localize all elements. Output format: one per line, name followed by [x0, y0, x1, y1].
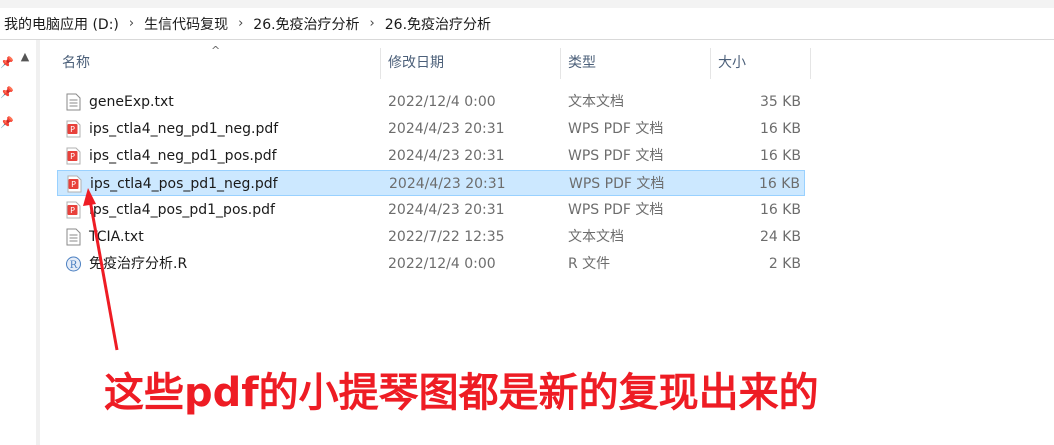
file-size: 16 KB [759, 202, 801, 218]
navigation-pane: ▲ 📌 📌 📌 [0, 40, 40, 445]
svg-text:R: R [70, 260, 78, 271]
file-modified-date: 2024/4/23 20:31 [388, 121, 505, 137]
file-size: 35 KB [759, 94, 801, 110]
column-header-type[interactable]: 类型 [561, 48, 711, 79]
text-file-icon [66, 93, 81, 111]
file-size: 16 KB [759, 121, 801, 137]
annotation-text: 这些pdf的小提琴图都是新的复现出来的 [104, 370, 819, 416]
breadcrumb-separator-icon[interactable]: › [123, 16, 140, 31]
file-name: geneExp.txt [89, 94, 174, 110]
file-type: R 文件 [568, 256, 611, 272]
file-name: ips_ctla4_pos_pd1_neg.pdf [90, 176, 278, 192]
window-top-strip [0, 0, 1054, 8]
svg-text:P: P [70, 152, 75, 161]
breadcrumb-item-folder-1[interactable]: 生信代码复现 [140, 14, 232, 34]
svg-text:P: P [70, 206, 75, 215]
file-type: WPS PDF 文档 [568, 148, 664, 164]
file-row[interactable]: R 免疫治疗分析.R 2022/12/4 0:00 R 文件 2 KB [57, 251, 805, 277]
breadcrumb-separator-icon[interactable]: › [364, 16, 381, 31]
file-size: 24 KB [759, 229, 801, 245]
breadcrumb-separator-icon[interactable]: › [232, 16, 249, 31]
file-size: 16 KB [759, 148, 801, 164]
file-modified-date: 2022/7/22 12:35 [388, 229, 505, 245]
breadcrumb[interactable]: 我的电脑应用 (D:) › 生信代码复现 › 26.免疫治疗分析 › 26.免疫… [0, 8, 1054, 40]
file-name: 免疫治疗分析.R [89, 256, 188, 272]
text-file-icon [66, 228, 81, 246]
file-row[interactable]: Pips_ctla4_neg_pd1_pos.pdf 2024/4/23 20:3… [57, 143, 805, 169]
file-row[interactable]: Pips_ctla4_pos_pd1_pos.pdf 2024/4/23 20:3… [57, 197, 805, 223]
svg-text:P: P [70, 125, 75, 134]
navigation-scroll-area: ▲ 📌 📌 📌 [0, 40, 36, 445]
file-type: WPS PDF 文档 [568, 202, 664, 218]
column-header-name[interactable]: 名称 [55, 48, 381, 79]
breadcrumb-item-drive[interactable]: 我的电脑应用 (D:) [0, 14, 123, 34]
file-row[interactable]: Pips_ctla4_pos_pd1_neg.pdf 2024/4/23 20:3… [57, 170, 805, 196]
pdf-file-icon: P [66, 147, 81, 165]
file-name: ips_ctla4_neg_pd1_neg.pdf [89, 121, 279, 137]
file-name: TCIA.txt [89, 229, 144, 245]
pdf-file-icon: P [66, 120, 81, 138]
file-name: ips_ctla4_pos_pd1_pos.pdf [89, 202, 275, 218]
column-header-size[interactable]: 大小 [711, 48, 811, 79]
file-row[interactable]: geneExp.txt 2022/12/4 0:00 文本文档 35 KB [57, 89, 805, 115]
r-file-icon: R [66, 255, 81, 273]
file-modified-date: 2024/4/23 20:31 [389, 176, 506, 192]
file-row[interactable]: Pips_ctla4_neg_pd1_neg.pdf 2024/4/23 20:3… [57, 116, 805, 142]
pin-icon[interactable]: 📌 [0, 86, 14, 100]
breadcrumb-item-folder-3[interactable]: 26.免疫治疗分析 [381, 14, 495, 34]
file-type: WPS PDF 文档 [568, 121, 664, 137]
file-type: 文本文档 [568, 94, 624, 110]
scroll-up-icon[interactable]: ▲ [18, 50, 32, 64]
file-name: ips_ctla4_neg_pd1_pos.pdf [89, 148, 277, 164]
file-size: 2 KB [768, 256, 801, 272]
file-type: WPS PDF 文档 [569, 176, 665, 192]
pdf-file-icon: P [67, 175, 82, 193]
navigation-scrollbar[interactable] [36, 40, 40, 445]
file-modified-date: 2024/4/23 20:31 [388, 148, 505, 164]
file-size: 16 KB [758, 176, 800, 192]
file-modified-date: 2022/12/4 0:00 [388, 94, 496, 110]
column-header: 名称 修改日期 类型 大小 [55, 48, 811, 79]
pin-icon[interactable]: 📌 [0, 56, 14, 70]
breadcrumb-item-folder-2[interactable]: 26.免疫治疗分析 [249, 14, 363, 34]
file-modified-date: 2024/4/23 20:31 [388, 202, 505, 218]
svg-text:P: P [71, 180, 76, 189]
pdf-file-icon: P [66, 201, 81, 219]
file-modified-date: 2022/12/4 0:00 [388, 256, 496, 272]
pin-icon[interactable]: 📌 [0, 116, 14, 130]
file-row[interactable]: TCIA.txt 2022/7/22 12:35 文本文档 24 KB [57, 224, 805, 250]
file-type: 文本文档 [568, 229, 624, 245]
column-header-date[interactable]: 修改日期 [381, 48, 561, 79]
